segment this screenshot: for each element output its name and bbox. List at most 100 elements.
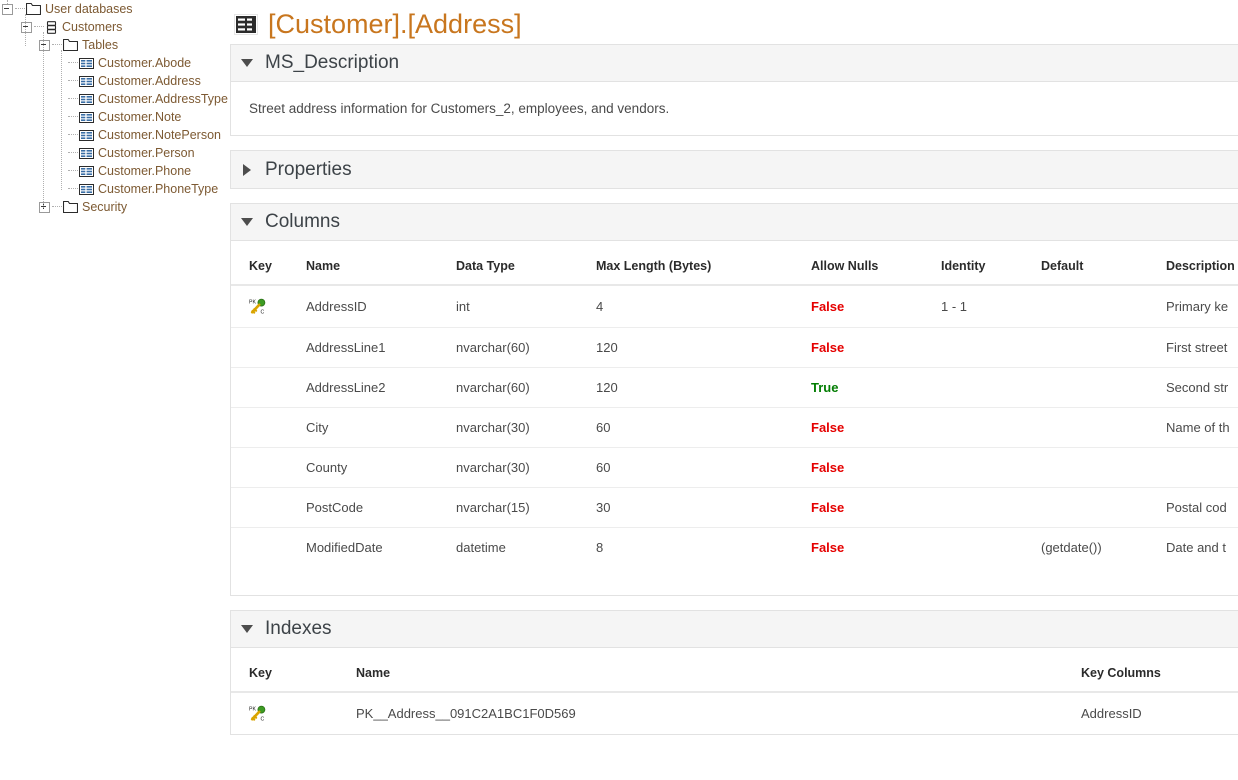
- tree-connector: [68, 170, 78, 172]
- tree-item-customer-person[interactable]: Customer.Person: [0, 144, 230, 162]
- tree-expand-icon[interactable]: [39, 202, 50, 213]
- cell-name: City: [306, 408, 456, 448]
- chevron-down-icon[interactable]: [241, 625, 253, 633]
- cell-allow-nulls: True: [811, 368, 941, 408]
- tree-connector: [68, 116, 78, 118]
- section-body-ms-description: Street address information for Customers…: [231, 82, 1238, 135]
- col-header-max-length[interactable]: Max Length (Bytes): [596, 241, 811, 285]
- folder-icon: [63, 201, 78, 213]
- allow-nulls-value: False: [811, 299, 844, 314]
- main-content: [Customer].[Address] MS_Description Stre…: [230, 0, 1238, 780]
- section-columns: Columns Key: [230, 203, 1238, 596]
- tree-item-label: Customer.Phone: [98, 162, 191, 180]
- cell-description: Postal cod: [1166, 488, 1238, 528]
- idx-header-name[interactable]: Name: [356, 648, 1081, 692]
- section-header-ms-description[interactable]: MS_Description: [231, 45, 1238, 82]
- table-row[interactable]: AddressLine2nvarchar(60)120TrueSecond st…: [231, 368, 1238, 408]
- col-header-key[interactable]: Key: [231, 241, 306, 285]
- col-header-default[interactable]: Default: [1041, 241, 1166, 285]
- tree-item-label: Customers: [62, 18, 122, 36]
- cell-name: ModifiedDate: [306, 528, 456, 568]
- cell-data-type: nvarchar(60): [456, 328, 596, 368]
- tree-item-tables[interactable]: Tables: [0, 36, 230, 54]
- section-header-indexes[interactable]: Indexes: [231, 611, 1238, 648]
- cell-data-type: datetime: [456, 528, 596, 568]
- cell-max-length: 8: [596, 528, 811, 568]
- chevron-down-icon[interactable]: [241, 218, 253, 226]
- cell-description: Second str: [1166, 368, 1238, 408]
- col-header-allow-nulls[interactable]: Allow Nulls: [811, 241, 941, 285]
- cell-allow-nulls: False: [811, 488, 941, 528]
- table-row[interactable]: Countynvarchar(30)60False: [231, 448, 1238, 488]
- table-row[interactable]: PKCAddressIDint4False1 - 1Primary ke: [231, 285, 1238, 328]
- tree-item-label: Security: [82, 198, 127, 216]
- idx-header-key-columns[interactable]: Key Columns: [1081, 648, 1238, 692]
- tree-collapse-icon[interactable]: [2, 4, 13, 15]
- cell-description: [1166, 448, 1238, 488]
- allow-nulls-value: False: [811, 540, 844, 555]
- tree-item-label: Customer.NotePerson: [98, 126, 221, 144]
- chevron-right-icon[interactable]: [243, 164, 251, 176]
- col-header-data-type[interactable]: Data Type: [456, 241, 596, 285]
- cell-max-length: 60: [596, 448, 811, 488]
- table-row[interactable]: Citynvarchar(30)60FalseName of th: [231, 408, 1238, 448]
- table-icon: [79, 94, 94, 105]
- tree-item-label: Customer.Address: [98, 72, 201, 90]
- cell-key-columns: AddressID: [1081, 692, 1238, 734]
- tree-item-customer-address[interactable]: Customer.Address: [0, 72, 230, 90]
- svg-text:PK: PK: [249, 707, 256, 713]
- tree-connector: [68, 80, 78, 82]
- section-header-properties[interactable]: Properties: [231, 151, 1238, 188]
- database-icon: [45, 21, 58, 34]
- col-header-name[interactable]: Name: [306, 241, 456, 285]
- section-title-ms-description: MS_Description: [265, 52, 399, 74]
- tree-collapse-icon[interactable]: [39, 40, 50, 51]
- tree-item-label: Customer.PhoneType: [98, 180, 218, 198]
- cell-identity: [941, 528, 1041, 568]
- table-row[interactable]: ModifiedDatedatetime8False(getdate())Dat…: [231, 528, 1238, 568]
- cell-identity: [941, 368, 1041, 408]
- tree-item-security[interactable]: Security: [0, 198, 230, 216]
- table-row[interactable]: PostCodenvarchar(15)30FalsePostal cod: [231, 488, 1238, 528]
- cell-key: [231, 488, 306, 528]
- cell-max-length: 120: [596, 328, 811, 368]
- tree-item-customer-addresstype[interactable]: Customer.AddressType: [0, 90, 230, 108]
- tree-connector: [68, 188, 78, 190]
- table-row[interactable]: AddressLine1nvarchar(60)120FalseFirst st…: [231, 328, 1238, 368]
- primary-key-icon: PKC: [249, 298, 268, 315]
- cell-identity: [941, 328, 1041, 368]
- idx-header-key[interactable]: Key: [231, 648, 356, 692]
- tree-item-label: Customer.AddressType: [98, 90, 228, 108]
- cell-key: [231, 448, 306, 488]
- cell-index-name: PK__Address__091C2A1BC1F0D569: [356, 692, 1081, 734]
- tree-item-customer-note[interactable]: Customer.Note: [0, 108, 230, 126]
- tree-connector: [68, 152, 78, 154]
- cell-allow-nulls: False: [811, 408, 941, 448]
- primary-key-icon: PKC: [249, 705, 268, 722]
- cell-allow-nulls: False: [811, 328, 941, 368]
- table-row[interactable]: PKC PK__Address__091C2A1BC1F0D569AddressI…: [231, 692, 1238, 734]
- svg-text:C: C: [261, 310, 265, 315]
- table-icon: [79, 166, 94, 177]
- col-header-identity[interactable]: Identity: [941, 241, 1041, 285]
- tree-item-customer-phone[interactable]: Customer.Phone: [0, 162, 230, 180]
- tree-item-customer-phonetype[interactable]: Customer.PhoneType: [0, 180, 230, 198]
- tree-collapse-icon[interactable]: [21, 22, 32, 33]
- chevron-down-icon[interactable]: [241, 59, 253, 67]
- tree-item-customer-abode[interactable]: Customer.Abode: [0, 54, 230, 72]
- tree-item-user-databases[interactable]: User databases: [0, 0, 230, 18]
- section-header-columns[interactable]: Columns: [231, 204, 1238, 241]
- tree-item-customers[interactable]: Customers: [0, 18, 230, 36]
- section-title-properties: Properties: [265, 159, 352, 181]
- cell-allow-nulls: False: [811, 285, 941, 328]
- columns-table: Key Name Data Type Max Length (Bytes) Al…: [231, 241, 1238, 567]
- tree-connector-line: [7, 0, 8, 4]
- cell-default: [1041, 448, 1166, 488]
- cell-data-type: nvarchar(15): [456, 488, 596, 528]
- allow-nulls-value: False: [811, 420, 844, 435]
- table-icon: [79, 76, 94, 87]
- tree-item-customer-noteperson[interactable]: Customer.NotePerson: [0, 126, 230, 144]
- object-explorer-tree: User databasesCustomersTablesCustomer.Ab…: [0, 0, 230, 780]
- ms-description-text: Street address information for Customers…: [231, 82, 1238, 135]
- col-header-description[interactable]: Description: [1166, 241, 1238, 285]
